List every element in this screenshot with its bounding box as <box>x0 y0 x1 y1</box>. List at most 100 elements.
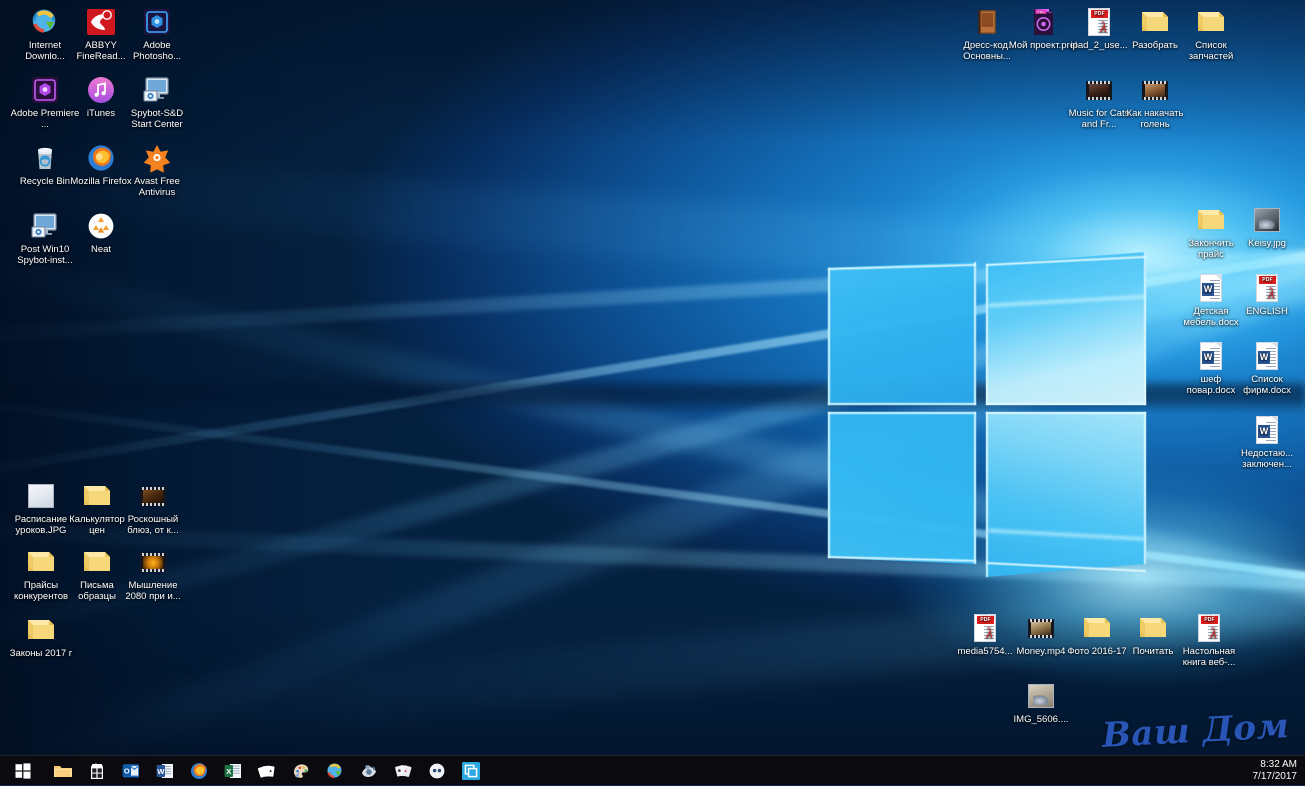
taskbar-pinned-apps: OWX <box>46 756 488 785</box>
desktop-icon-label: Список запчастей <box>1188 40 1234 62</box>
word-document-glyph: W <box>1256 342 1278 370</box>
windows-logo-icon <box>15 762 31 779</box>
video-thumbnail-glyph <box>140 487 166 506</box>
word-badge: W <box>1258 425 1270 438</box>
word-icon[interactable]: W <box>148 756 182 785</box>
desktop-icon[interactable]: W Недостаю... заключен... <box>1232 414 1302 470</box>
taskbar: O W X 8:32 AM 7/17/2017 <box>0 755 1305 785</box>
taskbar-clock[interactable]: 8:32 AM 7/17/2017 <box>1253 756 1302 785</box>
media-player-icon-art <box>427 761 447 781</box>
media-player-icon[interactable] <box>420 756 454 785</box>
internet-download-manager-icon[interactable] <box>318 756 352 785</box>
svg-text:O: O <box>124 766 130 775</box>
paint-icon[interactable] <box>284 756 318 785</box>
desktop-icon[interactable]: Список запчастей <box>1176 6 1246 62</box>
folder-glyph <box>25 546 57 578</box>
pdf-badge: PDF <box>1259 276 1276 284</box>
start-button[interactable] <box>0 756 46 785</box>
word-document-glyph: W <box>1200 342 1222 370</box>
desktop-icon[interactable]: Keisy.jpg <box>1232 204 1302 250</box>
microsoft-store-icon[interactable] <box>80 756 114 785</box>
desktop-icon[interactable]: W Список фирм.docx <box>1232 340 1302 396</box>
video-thumbnail-glyph <box>1142 81 1168 100</box>
word-file-icon: W <box>1251 414 1283 446</box>
outlook-icon[interactable]: O <box>114 756 148 785</box>
file-explorer-icon-art <box>53 761 73 781</box>
video-file-icon <box>137 480 169 512</box>
svg-text:PRE: PRE <box>1038 10 1046 14</box>
video-file-icon <box>1025 612 1057 644</box>
adobe-photoshop-icon <box>141 6 173 38</box>
itunes-icon <box>85 74 117 106</box>
file-explorer-icon[interactable] <box>46 756 80 785</box>
video-thumbnail-glyph <box>140 553 166 572</box>
desktop-icon[interactable]: Avast Free Antivirus <box>122 142 192 198</box>
desktop-icon[interactable]: IMG_5606.... <box>1006 680 1076 726</box>
pdf-file-icon: PDF λ <box>1251 272 1283 304</box>
desktop-icon[interactable]: Мышление 2080 при и... <box>118 546 188 602</box>
spybot-icon <box>141 74 173 106</box>
photo-viewer-icon[interactable] <box>352 756 386 785</box>
solitaire-icon[interactable] <box>250 756 284 785</box>
desktop-icon-label: Avast Free Antivirus <box>134 176 180 198</box>
video-thumbnail-glyph <box>1028 619 1054 638</box>
firefox-icon <box>85 142 117 174</box>
avast-icon <box>141 142 173 174</box>
desktop-icon[interactable]: Adobe Photosho... <box>122 6 192 62</box>
folder-glyph <box>81 546 113 578</box>
video-file-icon <box>137 546 169 578</box>
desktop-icon-label: Роскошный блюз, от к... <box>127 514 179 536</box>
pdf-a-glyph: λ <box>1268 286 1275 302</box>
desktop-icon[interactable]: Neat <box>66 210 136 256</box>
abbyy-finereader-icon <box>85 6 117 38</box>
pdf-file-icon: PDF λ <box>969 612 1001 644</box>
folder-glyph <box>1139 6 1171 38</box>
solitaire-icon-art <box>257 761 277 781</box>
desktop-icon-label: Как накачать голень <box>1126 108 1184 130</box>
desktop-icon-label: Keisy.jpg <box>1248 238 1286 249</box>
desktop-icon[interactable]: Роскошный блюз, от к... <box>118 480 188 536</box>
desktop-icon-label: IMG_5606.... <box>1013 714 1069 725</box>
desktop-icon-label: Законы 2017 г <box>9 648 73 659</box>
excel-icon[interactable]: X <box>216 756 250 785</box>
word-file-icon: W <box>1195 340 1227 372</box>
adobe-premiere-icon <box>29 74 61 106</box>
desktop-icon[interactable]: PDF λ ENGLISH <box>1232 272 1302 318</box>
clock-time: 8:32 AM <box>1260 758 1297 770</box>
word-file-icon: W <box>1251 340 1283 372</box>
word-badge: W <box>1258 351 1270 364</box>
word-badge: W <box>1202 283 1214 296</box>
book-glyph <box>978 10 996 34</box>
pdf-document-glyph: PDF λ <box>1088 8 1110 36</box>
task-view-icon[interactable] <box>454 756 488 785</box>
video-thumbnail-glyph <box>1086 81 1112 100</box>
pdf-a-glyph: λ <box>1210 626 1217 642</box>
microsoft-store-icon-art <box>87 761 107 781</box>
desktop-icon-label: Adobe Photosho... <box>132 40 182 62</box>
word-badge: W <box>1202 351 1214 364</box>
image-thumbnail-glyph <box>1254 208 1280 232</box>
svg-text:X: X <box>226 767 231 776</box>
desktop-icon[interactable]: Законы 2017 г <box>6 614 76 660</box>
folder-glyph <box>81 480 113 512</box>
firefox-icon[interactable] <box>182 756 216 785</box>
desktop-icon[interactable]: Spybot-S&D Start Center <box>122 74 192 130</box>
folder-icon <box>25 546 57 578</box>
pdf-file-icon: PDF λ <box>1193 612 1225 644</box>
folder-glyph <box>25 614 57 646</box>
folder-icon <box>81 546 113 578</box>
pdf-document-glyph: PDF λ <box>1256 274 1278 302</box>
neat-icon <box>85 210 117 242</box>
pdf-badge: PDF <box>1091 10 1108 18</box>
desktop-icon-label: Список фирм.docx <box>1243 374 1291 396</box>
clock-date: 7/17/2017 <box>1252 770 1298 782</box>
card-game-icon[interactable] <box>386 756 420 785</box>
internet-download-manager-icon <box>29 6 61 38</box>
image-file-icon <box>25 480 57 512</box>
word-file-icon: W <box>1195 272 1227 304</box>
desktop-icon[interactable]: PDF λ Настольная книга веб-... <box>1174 612 1244 668</box>
pdf-badge: PDF <box>977 616 994 624</box>
image-file-icon <box>1251 204 1283 236</box>
desktop-icon[interactable]: Как накачать голень <box>1120 74 1190 130</box>
video-file-icon <box>1083 74 1115 106</box>
